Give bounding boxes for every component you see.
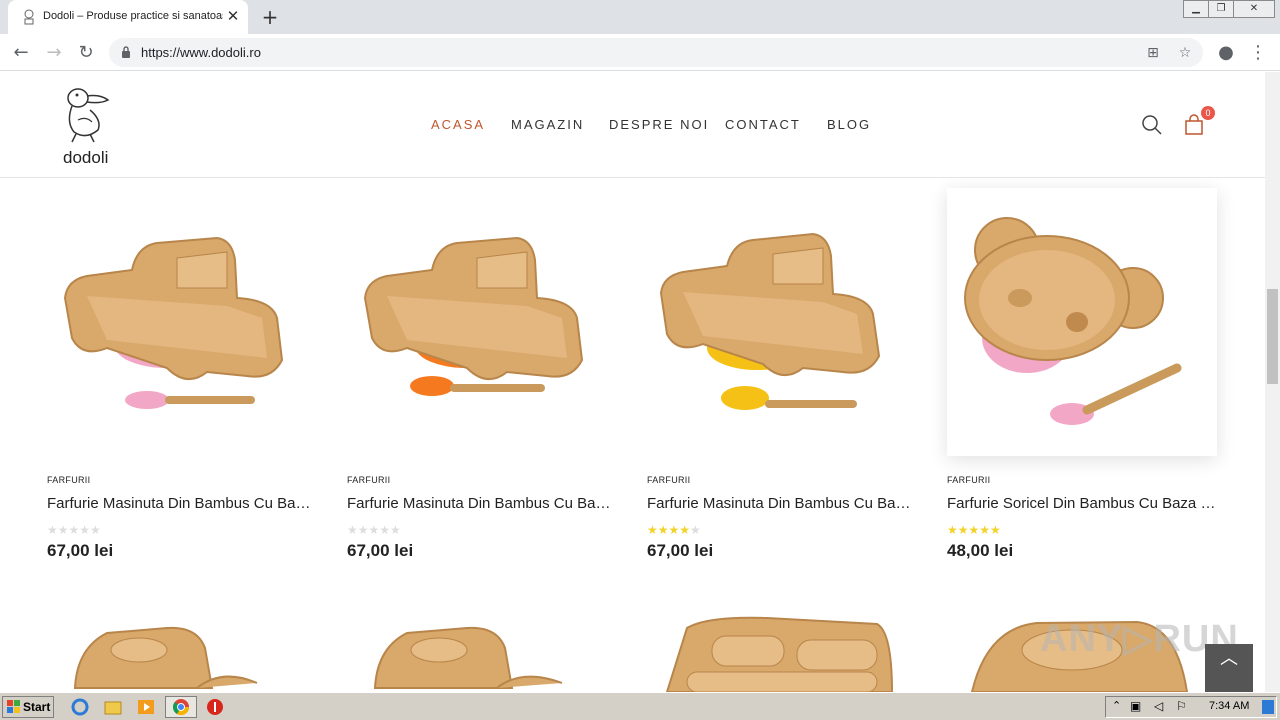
- product-price: 48,00 lei: [947, 541, 1014, 560]
- url-text[interactable]: https://www.dodoli.ro: [141, 45, 261, 60]
- action-center-flag-icon[interactable]: ⚐: [1176, 699, 1187, 713]
- new-tab-button[interactable]: +: [259, 6, 281, 28]
- product-price: 67,00 lei: [47, 541, 114, 560]
- tab-close-icon[interactable]: ✕: [225, 8, 241, 24]
- product-image[interactable]: [347, 588, 617, 692]
- product-price: 67,00 lei: [647, 541, 714, 560]
- product-rating-stars: ★★★★★: [947, 523, 1001, 537]
- start-label: Start: [23, 700, 51, 714]
- window-minimize-button[interactable]: ▁: [1183, 0, 1209, 18]
- product-image[interactable]: [647, 588, 917, 692]
- product-rating-stars: ★★★★★: [647, 523, 701, 537]
- search-icon[interactable]: [1141, 114, 1163, 136]
- site-header: dodoli ACASA MAGAZIN DESPRE NOI CONTACT …: [0, 72, 1265, 178]
- product-image[interactable]: [47, 188, 317, 456]
- product-price: 67,00 lei: [347, 541, 414, 560]
- product-category[interactable]: FARFURII: [947, 475, 990, 485]
- product-category[interactable]: FARFURII: [47, 475, 90, 485]
- translate-icon[interactable]: ⊞: [1143, 43, 1163, 63]
- dodoli-favicon-icon: [24, 9, 34, 25]
- nav-contact[interactable]: CONTACT: [725, 117, 801, 132]
- bookmark-star-icon[interactable]: ☆: [1175, 43, 1195, 63]
- nav-despre-noi[interactable]: DESPRE NOI: [609, 117, 709, 132]
- lock-icon: [122, 46, 130, 58]
- forward-arrow-icon[interactable]: →: [42, 41, 66, 65]
- page-scrollbar[interactable]: [1265, 72, 1280, 692]
- product-rating-stars: ★★★★★: [47, 523, 101, 537]
- internet-explorer-icon[interactable]: [70, 697, 90, 717]
- product-rating-stars: ★★★★★: [347, 523, 401, 537]
- scroll-to-top-button[interactable]: ︿: [1205, 644, 1253, 692]
- profile-icon[interactable]: ●: [1214, 41, 1238, 65]
- nav-acasa[interactable]: ACASA: [431, 117, 485, 132]
- product-name[interactable]: Farfurie Masinuta Din Bambus Cu Baza Din…: [47, 495, 317, 512]
- address-bar[interactable]: https://www.dodoli.ro ⊞ ☆: [109, 38, 1203, 67]
- product-card[interactable]: [47, 588, 317, 692]
- dodoli-logo-bird-icon[interactable]: [60, 84, 112, 146]
- window-close-button[interactable]: ✕: [1233, 0, 1275, 18]
- product-name[interactable]: Farfurie Soricel Din Bambus Cu Baza Din …: [947, 495, 1217, 512]
- reload-icon[interactable]: ↻: [74, 41, 98, 65]
- product-category[interactable]: FARFURII: [347, 475, 390, 485]
- stop-icon[interactable]: [205, 697, 225, 717]
- product-name[interactable]: Farfurie Masinuta Din Bambus Cu Baza Din…: [347, 495, 617, 512]
- window-restore-button[interactable]: ❐: [1208, 0, 1234, 18]
- media-player-icon[interactable]: [136, 697, 156, 717]
- product-name[interactable]: Farfurie Masinuta Din Bambus Cu Baza Din…: [647, 495, 917, 512]
- product-image[interactable]: [647, 188, 917, 456]
- product-category[interactable]: FARFURII: [647, 475, 690, 485]
- chrome-taskbar-button[interactable]: [165, 696, 197, 718]
- windows-taskbar: Start ⌃ ▣ ◁ ⚐ 7:34 AM: [0, 692, 1280, 720]
- volume-icon[interactable]: ◁: [1154, 699, 1163, 713]
- browser-tab[interactable]: Dodoli – Produse practice si sanatoase ✕: [8, 0, 248, 34]
- taskbar-clock[interactable]: 7:34 AM: [1209, 700, 1249, 712]
- tab-title: Dodoli – Produse practice si sanatoase: [43, 10, 223, 22]
- system-tray: ⌃ ▣ ◁ ⚐ 7:34 AM: [1105, 696, 1277, 718]
- cart-count-badge: 0: [1201, 106, 1215, 120]
- show-desktop-icon[interactable]: [1262, 700, 1274, 714]
- menu-dots-icon[interactable]: ⋮: [1246, 41, 1270, 65]
- scrollbar-thumb[interactable]: [1267, 289, 1278, 384]
- windows-logo-icon: [7, 700, 20, 713]
- browser-toolbar: ← → ↻ https://www.dodoli.ro ⊞ ☆ ● ⋮: [0, 34, 1280, 71]
- product-image[interactable]: [947, 188, 1217, 456]
- product-card[interactable]: [347, 588, 617, 692]
- nav-magazin[interactable]: MAGAZIN: [511, 117, 584, 132]
- chevron-up-icon: ︿: [1220, 648, 1238, 669]
- product-card[interactable]: [647, 588, 917, 692]
- back-arrow-icon[interactable]: ←: [9, 41, 33, 65]
- nav-blog[interactable]: BLOG: [827, 117, 871, 132]
- logo-text[interactable]: dodoli: [63, 148, 108, 168]
- browser-tab-strip: Dodoli – Produse practice si sanatoase ✕…: [0, 0, 1280, 34]
- folder-icon[interactable]: [103, 697, 123, 717]
- network-icon[interactable]: ▣: [1130, 699, 1141, 713]
- tray-expand-icon[interactable]: ⌃: [1112, 699, 1121, 712]
- product-image[interactable]: [347, 188, 617, 456]
- start-button[interactable]: Start: [2, 696, 54, 718]
- chrome-icon: [172, 699, 190, 716]
- product-image[interactable]: [47, 588, 317, 692]
